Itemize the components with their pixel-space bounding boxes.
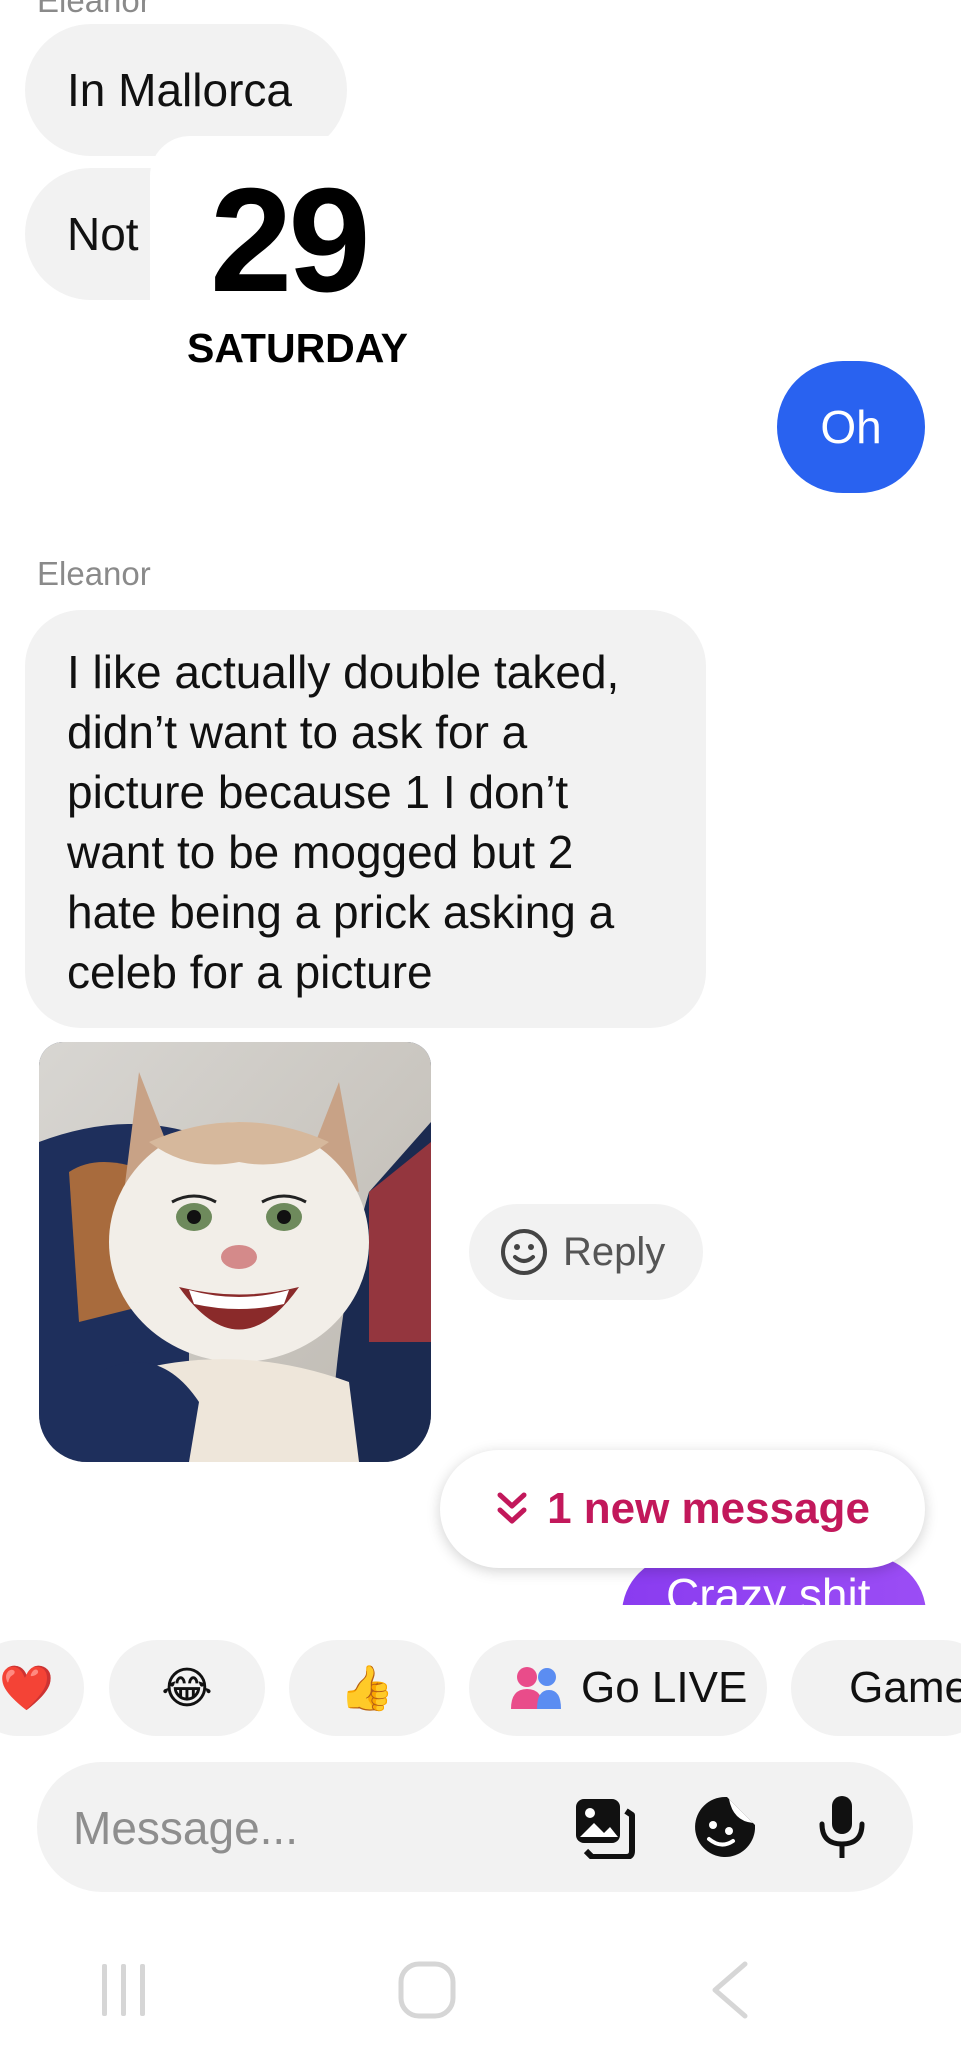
thumbs-up-icon: 👍 xyxy=(339,1664,395,1713)
sticker-button[interactable] xyxy=(690,1792,760,1862)
quick-react-heart[interactable]: ❤️ xyxy=(0,1640,84,1736)
go-live-button[interactable]: Go LIVE xyxy=(469,1640,767,1736)
message-line: want to be mogged but 2 xyxy=(67,826,574,878)
new-message-label: 1 new message xyxy=(547,1484,870,1533)
message-input[interactable] xyxy=(73,1798,543,1858)
back-icon[interactable] xyxy=(705,1960,755,2020)
recent-apps-icon[interactable] xyxy=(98,1960,150,2020)
reply-label: Reply xyxy=(563,1229,666,1274)
quick-react-laugh[interactable]: 😂 xyxy=(109,1640,265,1736)
message-line: didn’t want to ask for a xyxy=(67,706,528,758)
gallery-icon xyxy=(576,1799,635,1859)
message-line: hate being a prick asking a xyxy=(67,886,615,938)
home-icon[interactable] xyxy=(397,1960,457,2020)
incoming-message[interactable]: I like actually double taked, didn’t wan… xyxy=(25,610,706,1028)
sender-name: Eleanor xyxy=(37,555,151,592)
double-chevron-down-icon xyxy=(497,1492,527,1524)
games-label: Games xyxy=(849,1663,961,1712)
new-message-button[interactable]: 1 new message xyxy=(440,1450,925,1568)
games-button[interactable]: Games xyxy=(791,1640,961,1736)
gallery-button[interactable] xyxy=(570,1792,640,1862)
microphone-button[interactable] xyxy=(807,1792,877,1862)
sender-name: Eleanor xyxy=(37,0,151,19)
people-icon xyxy=(511,1667,561,1709)
date-weekday: SATURDAY xyxy=(187,325,408,371)
system-navigation-bar xyxy=(0,1940,961,2060)
cat-photo-image xyxy=(39,1042,431,1462)
date-widget: 29 SATURDAY xyxy=(150,136,440,370)
reply-button[interactable]: Reply xyxy=(469,1204,703,1300)
quick-react-thumbs-up[interactable]: 👍 xyxy=(289,1640,445,1736)
message-line: celeb for a picture xyxy=(67,946,433,998)
date-number: 29 xyxy=(210,158,371,323)
heart-icon: ❤️ xyxy=(0,1664,54,1713)
message-line: I like actually double taked, xyxy=(67,646,620,698)
microphone-icon xyxy=(819,1796,865,1858)
sticker-icon xyxy=(695,1797,755,1857)
message-text: In Mallorca xyxy=(67,64,292,116)
message-line: picture because 1 I don’t xyxy=(67,766,569,818)
cat-photo-message[interactable] xyxy=(39,1042,431,1462)
message-text: Oh xyxy=(820,401,882,453)
message-text: Not xyxy=(67,208,139,260)
smiley-icon xyxy=(501,1229,547,1275)
message-text: Crazy shit xyxy=(666,1569,871,1605)
outgoing-message[interactable]: Oh xyxy=(777,361,925,493)
chat-thread: Eleanor In Mallorca Not 29 SATURDAY Oh E… xyxy=(0,0,961,1605)
laughing-emoji-icon: 😂 xyxy=(161,1663,213,1713)
message-composer xyxy=(37,1762,913,1892)
go-live-label: Go LIVE xyxy=(581,1663,748,1712)
